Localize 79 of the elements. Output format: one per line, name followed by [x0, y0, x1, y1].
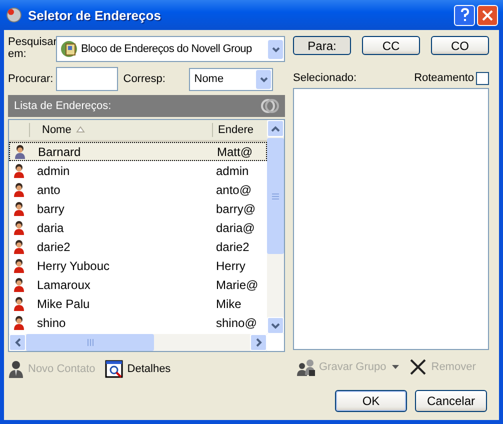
table-cell-text: shino@	[215, 316, 257, 330]
scroll-left-icon[interactable]	[14, 338, 20, 347]
table-cell-text: Mike Palu	[36, 296, 91, 310]
details-button[interactable]: Detalhes	[105, 360, 171, 378]
help-icon	[458, 8, 470, 22]
recipient-button[interactable]: CO	[431, 36, 489, 55]
scroll-up-icon[interactable]	[271, 126, 280, 132]
column-header[interactable]: Endere	[218, 124, 254, 136]
list-row[interactable]: Barnard Matt@	[9, 142, 267, 161]
field-label: Procurar:	[8, 73, 54, 85]
list-row[interactable]: daria daria@	[9, 218, 267, 237]
list-row[interactable]: Mike Palu Mike	[9, 294, 267, 313]
table-cell-text: barry@	[215, 202, 256, 216]
person-icon	[14, 144, 26, 160]
list-row[interactable]: Herry Yubouc Herry	[9, 256, 267, 275]
match-dropdown[interactable]: Nome	[189, 68, 274, 90]
table-cell-text: daria	[36, 220, 65, 234]
person-icon	[13, 182, 25, 198]
recipient-button[interactable]: Para:	[293, 36, 351, 55]
window-title: Seletor de Endereços	[28, 8, 162, 22]
routing-checkbox[interactable]	[476, 72, 489, 84]
list-row[interactable]: shino shino@	[9, 313, 267, 332]
sort-arrow-icon	[76, 126, 86, 133]
grip-icon	[272, 192, 279, 200]
person-icon	[13, 296, 25, 312]
people-icon	[297, 358, 315, 376]
look-in-dropdown[interactable]: Bloco de Endereços do Novell Group	[56, 36, 285, 62]
table-cell-text: darie2	[215, 240, 250, 254]
person-icon	[8, 360, 24, 378]
field-label: Pesquisar em:	[8, 36, 56, 60]
list-row[interactable]: Lamaroux Marie@	[9, 275, 267, 294]
search-field[interactable]	[56, 67, 118, 91]
table-cell-text: Marie@	[215, 278, 258, 292]
help-button[interactable]	[454, 4, 475, 26]
magnifier-window-icon	[105, 360, 124, 378]
list-row[interactable]: barry barry@	[9, 199, 267, 218]
dialog-button[interactable]: OK	[335, 390, 407, 412]
list-row[interactable]: admin admin	[9, 161, 267, 180]
table-cell-text: admin	[215, 164, 249, 178]
list-title: Lista de Endereços:	[14, 100, 112, 112]
person-icon	[13, 276, 25, 292]
person-icon	[13, 220, 25, 236]
checkbox-label: Roteamento	[414, 72, 474, 84]
close-button[interactable]	[477, 4, 498, 26]
table-cell-text: Matt@	[216, 144, 253, 158]
cross-icon	[409, 358, 428, 376]
table-cell-text: shino	[36, 316, 67, 330]
person-icon	[13, 200, 25, 216]
table-cell-text: Barnard	[37, 144, 82, 158]
column-header[interactable]: Nome	[42, 124, 86, 136]
table-cell-text: admin	[36, 164, 71, 178]
table-cell-text: Herry	[215, 258, 246, 272]
scroll-right-icon[interactable]	[256, 338, 262, 347]
list-row[interactable]: anto anto@	[9, 180, 267, 199]
person-icon	[13, 258, 25, 274]
table-cell-text: anto@	[215, 182, 252, 196]
field-label: Selecionado:	[293, 72, 357, 84]
person-icon	[13, 238, 25, 254]
list-row[interactable]: darie2 darie2	[9, 237, 267, 256]
horizontal-scrollbar[interactable]	[9, 334, 267, 351]
person-icon	[13, 314, 25, 330]
table-cell-text: darie2	[36, 240, 72, 254]
table-cell-text: daria@	[215, 220, 255, 234]
table-cell-text: Mike	[215, 296, 242, 310]
address-book-icon	[60, 40, 78, 58]
grip-icon	[86, 339, 94, 346]
field-label: Corresp:	[123, 73, 166, 85]
table-cell-text: barry	[36, 202, 66, 216]
scroll-down-icon[interactable]	[271, 322, 280, 328]
dialog-button[interactable]: Cancelar	[415, 390, 487, 412]
table-cell-text: anto	[36, 182, 62, 196]
close-icon	[482, 10, 493, 20]
rings-icon[interactable]	[261, 97, 279, 115]
table-cell-text: Lamaroux	[36, 278, 92, 292]
vertical-scrollbar[interactable]	[267, 120, 284, 334]
person-icon	[13, 162, 25, 178]
table-cell-text: Herry Yubouc	[36, 258, 110, 272]
app-icon	[6, 7, 22, 23]
recipient-button[interactable]: CC	[362, 36, 420, 55]
